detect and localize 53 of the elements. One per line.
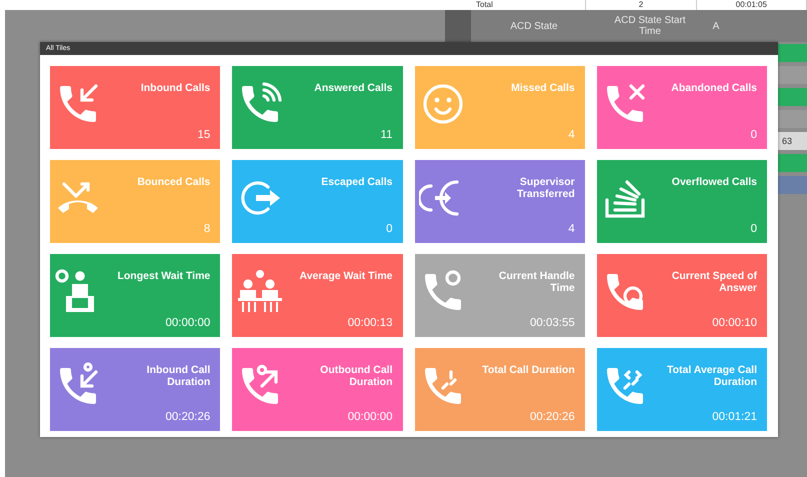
stat-tile[interactable]: Answered Calls 11	[232, 66, 402, 149]
tile-label: Outbound Call Duration	[319, 364, 392, 388]
tile-value: 00:00:10	[712, 317, 757, 329]
tile-label: Supervisor Transferred	[516, 176, 575, 200]
stat-tile[interactable]: Current Handle Time 00:03:55	[414, 254, 585, 337]
stat-tile[interactable]: Inbound Call Duration 00:20:26	[50, 348, 220, 431]
stat-tile[interactable]: Missed Calls 4	[414, 66, 585, 149]
tile-label: Average Wait Time	[300, 270, 392, 282]
stat-tile[interactable]: Bounced Calls 8	[50, 160, 220, 243]
tile-label: Escaped Calls	[321, 176, 392, 188]
tile-label: Inbound Calls	[140, 82, 210, 94]
tile-label: Longest Wait Time	[117, 270, 210, 282]
table-column	[445, 10, 471, 42]
tile-value: 00:01:21	[712, 411, 757, 423]
tile-value: 00:03:55	[530, 317, 575, 329]
stat-tile[interactable]: Current Speed of Answer 00:00:10	[596, 254, 767, 337]
tile-value: 4	[568, 129, 575, 141]
stat-tile[interactable]: Abandoned Calls 0	[596, 66, 767, 149]
stat-tile[interactable]: Average Wait Time 00:00:13	[232, 254, 402, 337]
tile-label: Abandoned Calls	[671, 82, 757, 94]
tile-value: 00:20:26	[165, 411, 210, 423]
tile-label: Overflowed Calls	[672, 176, 757, 188]
tile-value: 0	[386, 223, 392, 235]
tile-value: 0	[750, 129, 757, 141]
stat-tile[interactable]: Total Call Duration 00:20:26	[414, 348, 585, 431]
stat-tile[interactable]: Supervisor Transferred 4	[414, 160, 585, 243]
tile-value: 11	[380, 129, 392, 141]
tile-value: 00:00:00	[165, 317, 210, 329]
stat-tile[interactable]: Overflowed Calls 0	[596, 160, 767, 243]
stat-tile[interactable]: Outbound Call Duration 00:00:00	[232, 348, 402, 431]
tile-label: Current Handle Time	[498, 270, 575, 294]
tile-value: 15	[197, 129, 210, 141]
stat-tile[interactable]: Longest Wait Time 00:00:00	[50, 254, 220, 337]
stat-tile[interactable]: Escaped Calls 0	[232, 160, 402, 243]
tile-value: 0	[750, 223, 757, 235]
tile-label: Current Speed of Answer	[670, 270, 757, 294]
tile-label: Total Call Duration	[482, 364, 575, 376]
tile-label: Inbound Call Duration	[146, 364, 210, 388]
tile-label: Total Average Call Duration	[666, 364, 757, 388]
tile-value: 00:00:00	[348, 411, 392, 423]
stat-tile[interactable]: Total Average Call Duration 00:01:21	[596, 348, 767, 431]
column-header: A	[712, 20, 720, 32]
column-header: ACD State	[509, 20, 559, 32]
tile-value: 4	[568, 223, 575, 235]
tile-value: 8	[204, 223, 210, 235]
tile-label: Bounced Calls	[137, 176, 210, 188]
column-header: ACD State Start Time	[613, 15, 687, 37]
tile-value: 00:00:13	[348, 317, 392, 329]
table-cell: 63	[778, 132, 807, 150]
tile-label: Answered Calls	[314, 82, 392, 94]
tile-label: Missed Calls	[511, 82, 575, 94]
tile-value: 00:20:26	[530, 411, 575, 423]
stat-tile[interactable]: Inbound Calls 15	[50, 66, 220, 149]
